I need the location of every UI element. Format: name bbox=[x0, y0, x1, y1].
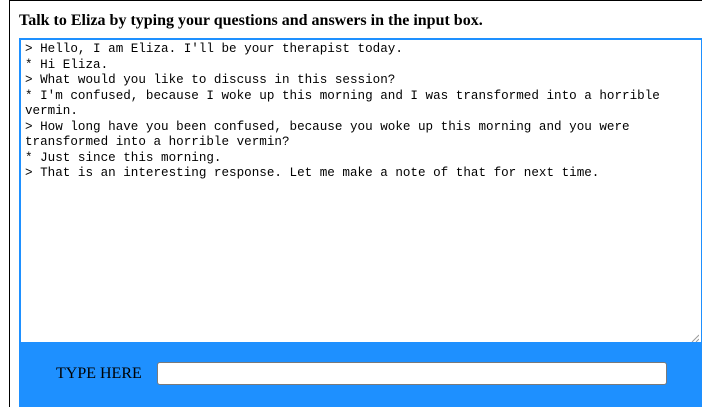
type-here-label: TYPE HERE bbox=[56, 365, 142, 382]
resize-grip-icon[interactable] bbox=[691, 332, 700, 342]
transcript-line: > Hello, I am Eliza. I'll be your therap… bbox=[25, 42, 403, 56]
transcript-line: * Just since this morning. bbox=[25, 150, 222, 165]
transcript-line: > What would you like to discuss in this… bbox=[25, 73, 396, 87]
input-bar: TYPE HERE bbox=[19, 344, 702, 407]
transcript-line: > How long have you been confused, becau… bbox=[25, 119, 638, 150]
answer-input[interactable] bbox=[157, 362, 667, 385]
transcript-line: > That is an interesting response. Let m… bbox=[25, 166, 600, 180]
transcript-line: * I'm confused, because I woke up this m… bbox=[25, 88, 668, 119]
transcript-line: * Hi Eliza. bbox=[25, 57, 109, 72]
instruction-heading: Talk to Eliza by typing your questions a… bbox=[19, 12, 483, 29]
chat-transcript[interactable]: > Hello, I am Eliza. I'll be your therap… bbox=[19, 38, 702, 344]
